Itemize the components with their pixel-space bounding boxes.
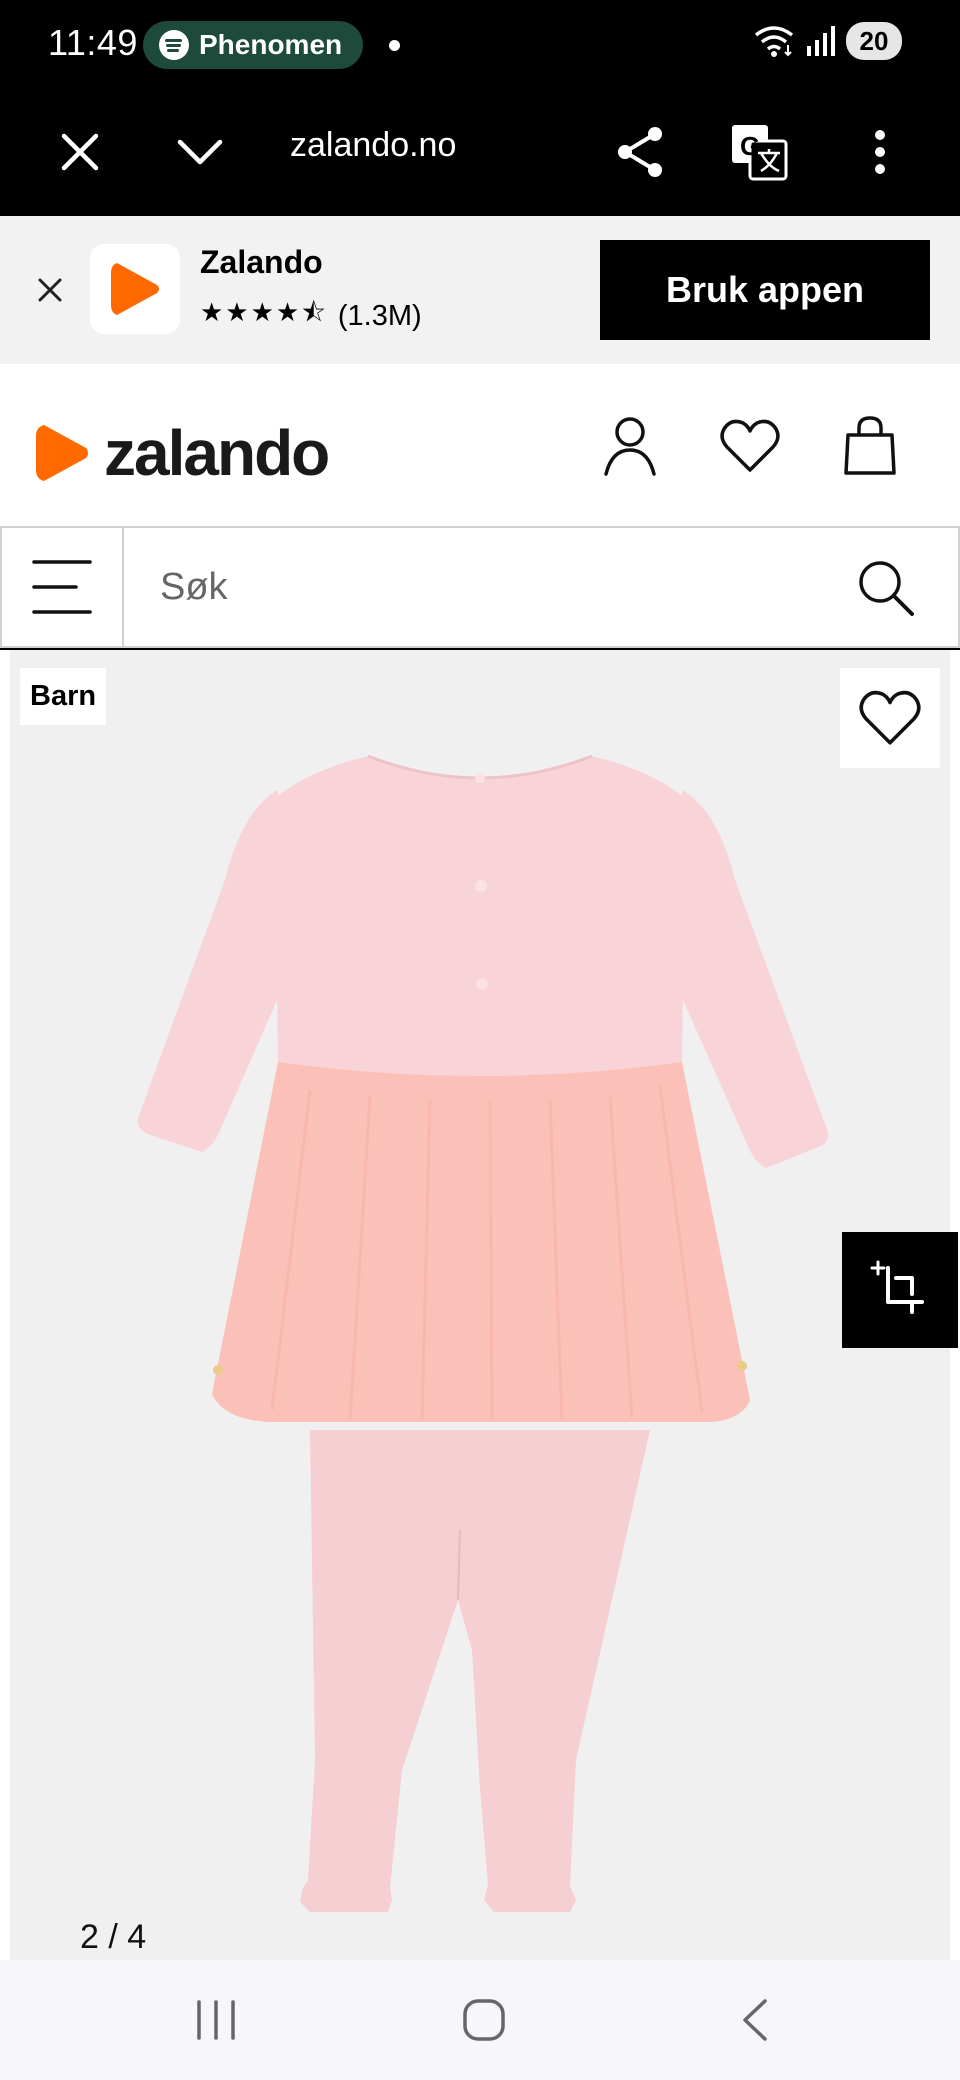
crop-search-icon[interactable]	[842, 1232, 958, 1348]
battery-indicator: 20	[846, 22, 902, 60]
bag-icon[interactable]	[832, 408, 908, 484]
search-icon[interactable]	[854, 556, 918, 620]
home-icon[interactable]	[444, 1988, 524, 2052]
chevron-down-icon[interactable]	[160, 112, 240, 192]
user-icon[interactable]	[592, 408, 668, 484]
signal-icon	[807, 26, 835, 56]
product-gallery: Barn 2 / 4	[0, 650, 960, 1960]
product-photo	[137, 754, 829, 1912]
search-bar	[0, 526, 960, 648]
more-vertical-icon[interactable]	[840, 112, 920, 192]
wifi-icon	[754, 26, 794, 57]
media-notification-pill[interactable]: Phenomen	[143, 21, 363, 69]
use-app-button[interactable]: Bruk appen	[600, 240, 930, 340]
system-indicators: 20	[752, 22, 902, 60]
search-input[interactable]	[160, 562, 800, 612]
status-time: 11:49	[48, 22, 138, 63]
browser-toolbar: zalando.no G	[0, 88, 960, 216]
zalando-logo[interactable]: zalando	[32, 416, 330, 490]
search-field	[124, 528, 958, 646]
url-text[interactable]: zalando.no	[290, 126, 456, 165]
heart-icon[interactable]	[712, 408, 788, 484]
category-badge: Barn	[20, 668, 107, 725]
rating-stars-icon: ★★★★⯪	[200, 298, 328, 328]
recent-apps-icon[interactable]	[176, 1988, 256, 2052]
svg-text:G: G	[740, 131, 760, 161]
logo-text: zalando	[104, 417, 330, 489]
close-icon[interactable]	[40, 112, 120, 192]
status-bar: 11:49 Phenomen 20	[0, 0, 960, 88]
add-to-wishlist-heart-icon[interactable]	[840, 668, 940, 768]
app-rating: ★★★★⯪ (1.3M)	[200, 294, 422, 338]
android-navigation-bar	[0, 1960, 960, 2080]
share-icon[interactable]	[600, 112, 680, 192]
zalando-logo-mark-icon	[36, 425, 88, 481]
image-pager: 2 / 4	[80, 1918, 147, 1956]
app-install-banner: Zalando ★★★★⯪ (1.3M) Bruk appen	[0, 216, 960, 364]
spotify-icon	[159, 30, 189, 60]
menu-icon[interactable]	[2, 528, 124, 646]
product-image[interactable]: Barn 2 / 4	[10, 650, 950, 1960]
app-name: Zalando	[200, 244, 323, 280]
rating-count: (1.3M)	[337, 299, 422, 332]
translate-icon[interactable]: G	[719, 112, 799, 192]
media-title: Phenomen	[199, 29, 343, 60]
app-icon	[90, 244, 180, 334]
site-header: zalando	[0, 364, 960, 526]
banner-close-icon[interactable]	[26, 266, 74, 314]
notification-dot-icon	[389, 40, 400, 51]
back-icon[interactable]	[714, 1988, 794, 2052]
